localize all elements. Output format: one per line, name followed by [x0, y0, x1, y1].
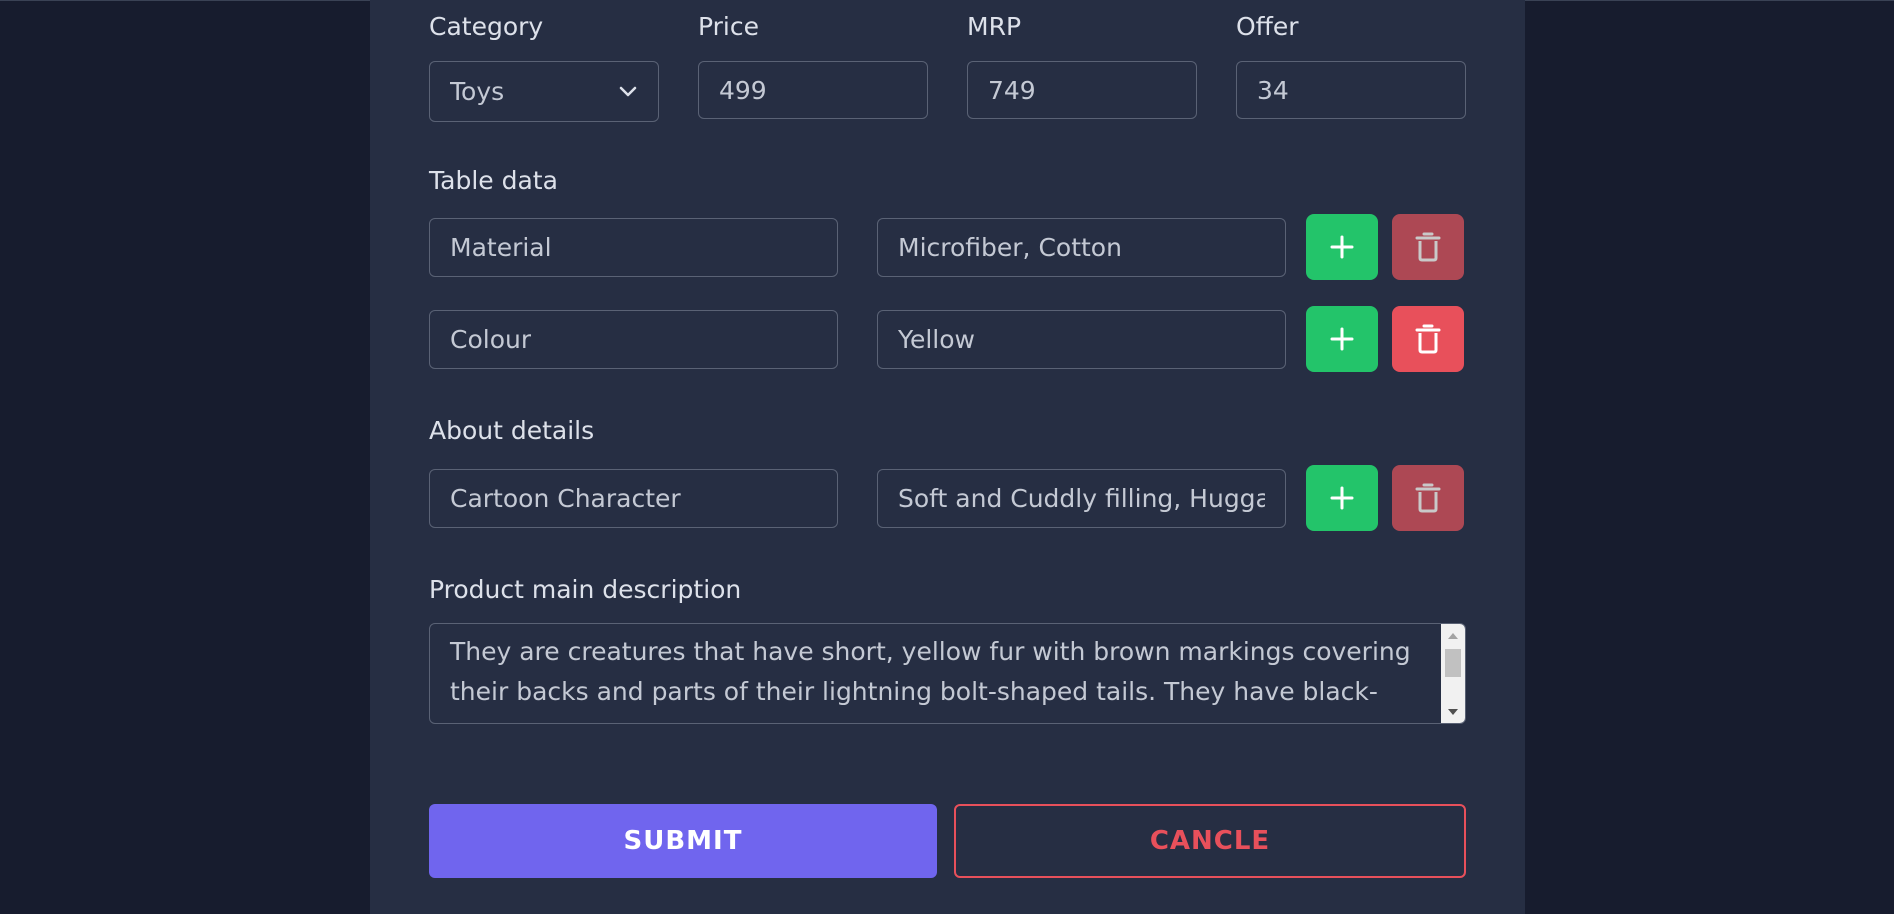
mrp-label: MRP — [967, 12, 1022, 41]
price-input[interactable]: 499 — [698, 61, 928, 119]
price-value: 499 — [719, 75, 767, 105]
trash-icon — [1415, 483, 1441, 513]
plus-icon — [1330, 235, 1354, 259]
table-data-value-input[interactable]: Microfiber, Cotton — [877, 218, 1286, 277]
table-data-key-input[interactable]: Material — [429, 218, 838, 277]
offer-value: 34 — [1257, 75, 1289, 105]
about-value-input[interactable]: Soft and Cuddly filling, Huggab — [877, 469, 1286, 528]
cancel-button[interactable]: CANCLE — [954, 804, 1466, 878]
scroll-down-arrow-icon[interactable] — [1441, 703, 1465, 721]
delete-about-row-button[interactable] — [1392, 465, 1464, 531]
mrp-value: 749 — [988, 75, 1036, 105]
about-key-input[interactable]: Cartoon Character — [429, 469, 838, 528]
category-label: Category — [429, 12, 544, 41]
offer-label: Offer — [1236, 12, 1299, 41]
price-label: Price — [698, 12, 759, 41]
scrollbar-thumb[interactable] — [1445, 649, 1461, 677]
category-value: Toys — [450, 77, 505, 106]
category-select[interactable]: Toys — [429, 61, 659, 122]
trash-icon — [1415, 232, 1441, 262]
add-table-row-button[interactable] — [1306, 214, 1378, 280]
description-label: Product main description — [429, 575, 742, 604]
about-value-value: Soft and Cuddly filling, Huggab — [898, 484, 1265, 513]
description-textarea[interactable]: They are creatures that have short, yell… — [429, 623, 1466, 724]
offer-input[interactable]: 34 — [1236, 61, 1466, 119]
table-data-key-input[interactable]: Colour — [429, 310, 838, 369]
plus-icon — [1330, 486, 1354, 510]
table-data-key-value: Colour — [450, 325, 532, 354]
description-scrollbar[interactable] — [1441, 624, 1465, 723]
delete-table-row-button[interactable] — [1392, 214, 1464, 280]
table-data-key-value: Material — [450, 233, 552, 262]
scroll-up-arrow-icon[interactable] — [1441, 626, 1465, 644]
chevron-down-icon — [618, 82, 638, 102]
table-data-value-value: Microfiber, Cotton — [898, 233, 1122, 262]
table-data-label: Table data — [429, 166, 558, 195]
table-data-value-input[interactable]: Yellow — [877, 310, 1286, 369]
about-key-value: Cartoon Character — [450, 484, 681, 513]
plus-icon — [1330, 327, 1354, 351]
delete-table-row-button[interactable] — [1392, 306, 1464, 372]
table-data-value-value: Yellow — [898, 325, 975, 354]
mrp-input[interactable]: 749 — [967, 61, 1197, 119]
about-details-label: About details — [429, 416, 595, 445]
description-text: They are creatures that have short, yell… — [450, 637, 1411, 706]
product-form-panel: Category Price MRP Offer Toys 499 749 34… — [370, 0, 1525, 914]
add-about-row-button[interactable] — [1306, 465, 1378, 531]
add-table-row-button[interactable] — [1306, 306, 1378, 372]
trash-icon — [1415, 324, 1441, 354]
submit-button[interactable]: SUBMIT — [429, 804, 937, 878]
